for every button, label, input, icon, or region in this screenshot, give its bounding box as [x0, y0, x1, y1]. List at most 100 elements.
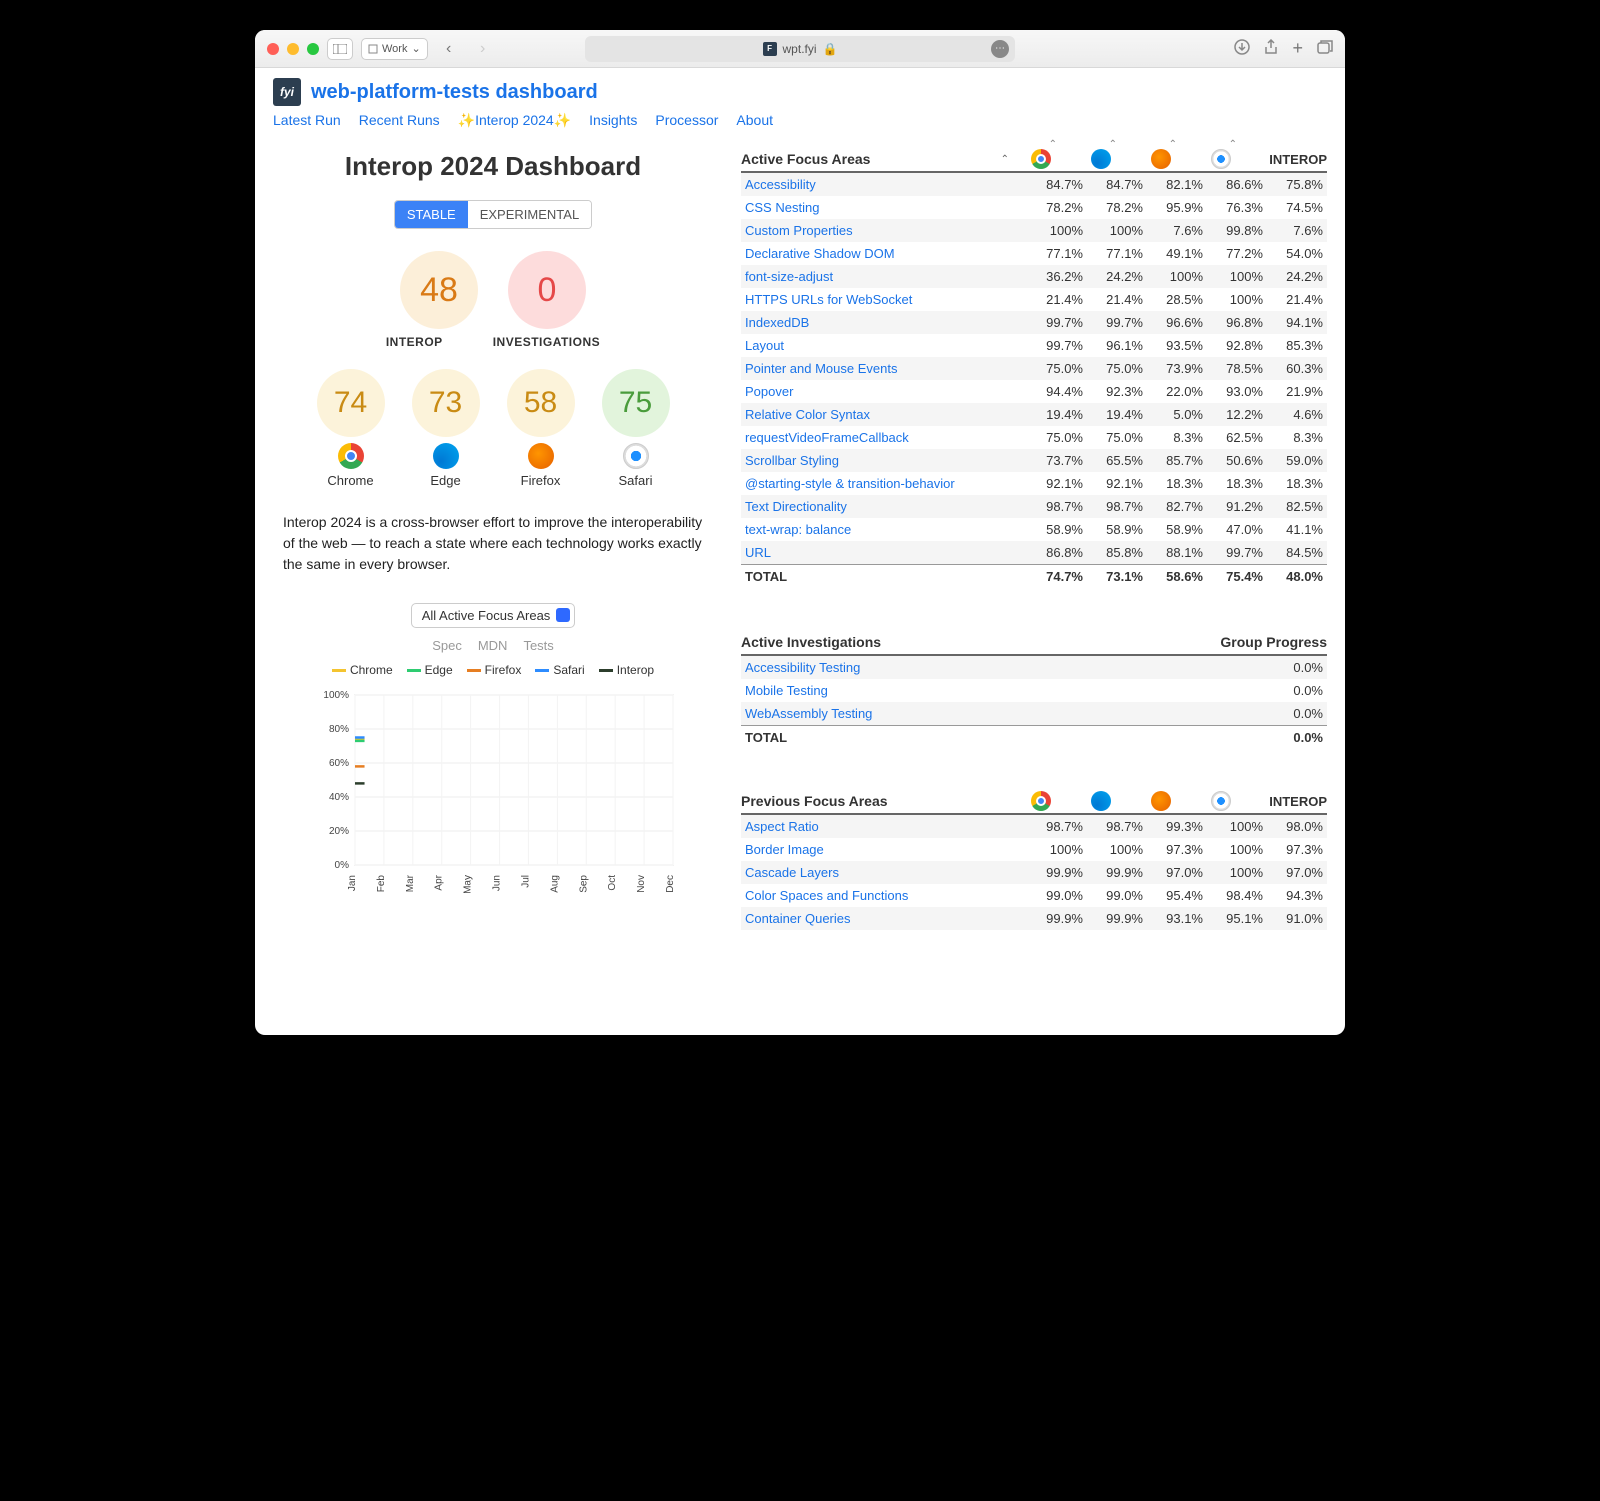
score-cell: 85.3% — [1267, 334, 1327, 357]
score-cell: 18.3% — [1207, 472, 1267, 495]
svg-text:Apr: Apr — [434, 874, 445, 890]
downloads-icon[interactable] — [1234, 39, 1250, 58]
focus-area-link[interactable]: Text Directionality — [741, 495, 1027, 518]
tab-experimental[interactable]: EXPERIMENTAL — [468, 201, 591, 228]
nav-link[interactable]: About — [736, 112, 773, 129]
col-edge[interactable]: ⌃ — [1071, 149, 1131, 169]
nav-link[interactable]: Latest Run — [273, 112, 341, 129]
score-cell: 77.2% — [1207, 242, 1267, 265]
score-cell: 85.7% — [1147, 449, 1207, 472]
score-cell: 75.0% — [1027, 426, 1087, 449]
table-row: Accessibility Testing0.0% — [741, 656, 1327, 679]
focus-area-link[interactable]: font-size-adjust — [741, 265, 1027, 288]
focus-area-link[interactable]: CSS Nesting — [741, 196, 1027, 219]
prev-col-chrome[interactable] — [1011, 791, 1071, 811]
browser-name: Firefox — [507, 473, 575, 488]
nav-link[interactable]: ✨Interop 2024✨ — [458, 112, 571, 129]
close-icon[interactable] — [267, 43, 279, 55]
focus-area-link[interactable]: Aspect Ratio — [741, 815, 1027, 838]
back-button[interactable]: ‹ — [436, 38, 462, 60]
focus-area-link[interactable]: requestVideoFrameCallback — [741, 426, 1027, 449]
focus-area-link[interactable]: Color Spaces and Functions — [741, 884, 1027, 907]
prev-col-safari[interactable] — [1191, 791, 1251, 811]
address-bar[interactable]: F wpt.fyi 🔒 ⋯ — [585, 36, 1015, 62]
sidebar-toggle-icon[interactable] — [327, 38, 353, 60]
col-interop[interactable]: INTEROP — [1251, 152, 1327, 167]
chart-link[interactable]: MDN — [478, 638, 508, 653]
svg-text:0%: 0% — [335, 860, 350, 871]
table-row: Border Image100%100%97.3%100%97.3% — [741, 838, 1327, 861]
safari-icon — [1211, 791, 1231, 811]
profile-label: Work — [382, 43, 407, 55]
focus-area-link[interactable]: @starting-style & transition-behavior — [741, 472, 1027, 495]
prev-col-interop[interactable]: INTEROP — [1251, 794, 1327, 809]
page-actions-icon[interactable]: ⋯ — [991, 40, 1009, 58]
focus-area-link[interactable]: Layout — [741, 334, 1027, 357]
score-cell: 58.9% — [1087, 518, 1147, 541]
focus-area-link[interactable]: Relative Color Syntax — [741, 403, 1027, 426]
score-cell: 49.1% — [1147, 242, 1207, 265]
prev-col-edge[interactable] — [1071, 791, 1131, 811]
safari-icon — [623, 443, 649, 469]
minimize-icon[interactable] — [287, 43, 299, 55]
focus-area-link[interactable]: IndexedDB — [741, 311, 1027, 334]
nav-link[interactable]: Insights — [589, 112, 637, 129]
investigation-link[interactable]: Accessibility Testing — [741, 656, 1200, 679]
score-cell: 98.7% — [1027, 495, 1087, 518]
focus-area-link[interactable]: Accessibility — [741, 173, 1027, 196]
focus-area-link[interactable]: Container Queries — [741, 907, 1027, 930]
focus-area-link[interactable]: Scrollbar Styling — [741, 449, 1027, 472]
nav-link[interactable]: Processor — [655, 112, 718, 129]
score-cell: 76.3% — [1207, 196, 1267, 219]
table-row: Custom Properties100%100%7.6%99.8%7.6% — [741, 219, 1327, 242]
focus-area-link[interactable]: Border Image — [741, 838, 1027, 861]
chart-legend: ChromeEdgeFirefoxSafariInterop — [273, 663, 713, 677]
active-table: Accessibility84.7%84.7%82.1%86.6%75.8%CS… — [741, 173, 1327, 588]
tabs-icon[interactable] — [1317, 40, 1333, 57]
chart-link[interactable]: Spec — [432, 638, 462, 653]
focus-area-select[interactable]: All Active Focus Areas — [411, 603, 576, 628]
share-icon[interactable] — [1264, 39, 1278, 58]
score-cell: 91.0% — [1267, 907, 1327, 930]
score-cell: 28.5% — [1147, 288, 1207, 311]
investigation-link[interactable]: Mobile Testing — [741, 679, 1200, 702]
browser-score: 73 Edge — [412, 369, 480, 488]
score-cell: 97.0% — [1267, 861, 1327, 884]
focus-area-link[interactable]: Declarative Shadow DOM — [741, 242, 1027, 265]
nav-link[interactable]: Recent Runs — [359, 112, 440, 129]
score-cell: 84.5% — [1267, 541, 1327, 565]
page-content: fyi web-platform-tests dashboard Latest … — [255, 68, 1345, 1035]
brand-title[interactable]: web-platform-tests dashboard — [311, 81, 598, 104]
sort-caret-icon[interactable]: ⌃ — [1001, 154, 1009, 165]
focus-area-link[interactable]: text-wrap: balance — [741, 518, 1027, 541]
focus-area-link[interactable]: Pointer and Mouse Events — [741, 357, 1027, 380]
tab-stable[interactable]: STABLE — [395, 201, 468, 228]
score-cell: 100% — [1147, 265, 1207, 288]
focus-area-link[interactable]: Popover — [741, 380, 1027, 403]
svg-text:Nov: Nov — [636, 875, 647, 893]
score-cell: 24.2% — [1087, 265, 1147, 288]
focus-area-link[interactable]: Custom Properties — [741, 219, 1027, 242]
score-cell: 93.1% — [1147, 907, 1207, 930]
col-chrome[interactable]: ⌃ — [1011, 149, 1071, 169]
previous-table: Aspect Ratio98.7%98.7%99.3%100%98.0%Bord… — [741, 815, 1327, 930]
focus-area-link[interactable]: URL — [741, 541, 1027, 565]
svg-text:80%: 80% — [329, 724, 349, 735]
profile-pill[interactable]: Work ⌄ — [361, 38, 428, 60]
table-row: Pointer and Mouse Events75.0%75.0%73.9%7… — [741, 357, 1327, 380]
interop-score-label: INTEROP — [386, 335, 443, 349]
total-row: TOTAL74.7%73.1%58.6%75.4%48.0% — [741, 565, 1327, 589]
col-firefox[interactable]: ⌃ — [1131, 149, 1191, 169]
score-circle: 75 — [602, 369, 670, 437]
score-cell: 99.0% — [1087, 884, 1147, 907]
svg-text:Aug: Aug — [549, 875, 560, 893]
prev-col-firefox[interactable] — [1131, 791, 1191, 811]
col-safari[interactable]: ⌃ — [1191, 149, 1251, 169]
table-row: Accessibility84.7%84.7%82.1%86.6%75.8% — [741, 173, 1327, 196]
new-tab-icon[interactable]: + — [1292, 38, 1303, 59]
focus-area-link[interactable]: Cascade Layers — [741, 861, 1027, 884]
focus-area-link[interactable]: HTTPS URLs for WebSocket — [741, 288, 1027, 311]
investigation-link[interactable]: WebAssembly Testing — [741, 702, 1200, 726]
chart-link[interactable]: Tests — [523, 638, 553, 653]
zoom-icon[interactable] — [307, 43, 319, 55]
